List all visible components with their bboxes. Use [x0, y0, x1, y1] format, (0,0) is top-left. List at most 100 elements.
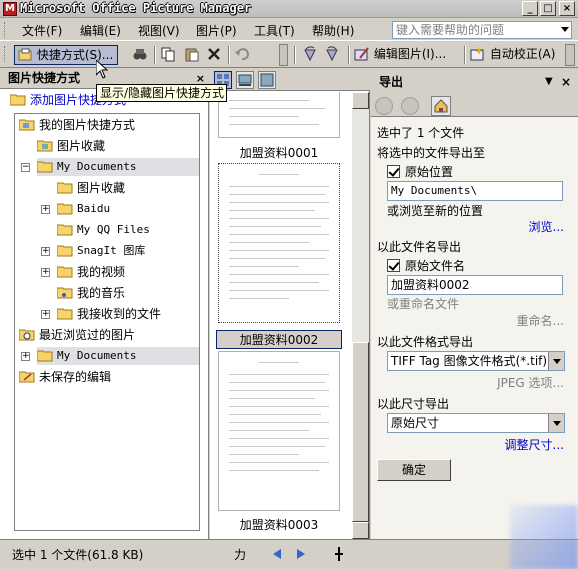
toolbar-overflow-button[interactable] — [565, 44, 575, 66]
toolbar-separator — [348, 46, 350, 64]
scroll-down-icon[interactable] — [352, 522, 369, 539]
export-filename-field[interactable]: 加盟资料0002 — [387, 275, 563, 295]
autocorrect-icon — [470, 46, 484, 60]
original-location-checkbox[interactable] — [387, 165, 400, 178]
delete-icon — [208, 47, 220, 60]
tree-item-my-documents[interactable]: My Documents — [37, 158, 199, 176]
autocorrect-button[interactable]: 自动校正(A) — [470, 45, 555, 65]
toolbar-grip[interactable] — [4, 46, 7, 62]
tree-item-recent-my-documents[interactable]: My Documents — [37, 347, 199, 365]
tree-item-my-shortcuts[interactable]: 我的图片快捷方式 — [19, 116, 135, 134]
original-filename-checkbox[interactable] — [387, 259, 400, 272]
edit-picture-button[interactable]: 编辑图片(I)... — [354, 45, 446, 65]
screen-artifact — [510, 505, 578, 569]
export-location-field[interactable]: My Documents\ — [387, 181, 563, 201]
expand-icon[interactable]: + — [41, 205, 50, 214]
back-icon[interactable] — [375, 97, 393, 115]
tree-item-snagit[interactable]: SnagIt 图库 — [57, 242, 145, 260]
scroll-up-icon[interactable] — [352, 92, 369, 109]
shortcuts-icon — [18, 48, 32, 60]
thumbnail-image[interactable] — [218, 92, 340, 138]
expand-icon[interactable]: + — [41, 310, 50, 319]
forward-icon[interactable] — [401, 97, 419, 115]
toolbar-overflow-button[interactable] — [279, 44, 288, 66]
ok-button[interactable]: 确定 — [377, 459, 451, 481]
close-icon[interactable]: × — [561, 69, 571, 95]
undo-icon — [235, 47, 249, 60]
filmstrip-view-icon — [238, 74, 252, 86]
menu-tools[interactable]: 工具(T) — [254, 22, 295, 39]
menu-picture[interactable]: 图片(P) — [196, 22, 237, 39]
next-picture-icon[interactable] — [296, 548, 306, 560]
thumbnail-label[interactable]: 加盟资料0003 — [216, 516, 342, 533]
folder-icon — [57, 224, 73, 235]
menu-grip[interactable] — [4, 22, 7, 38]
filmstrip-view-button[interactable] — [236, 71, 254, 89]
vertical-scrollbar[interactable] — [352, 92, 369, 539]
chevron-down-icon[interactable] — [561, 27, 569, 32]
folder-icon — [57, 203, 73, 214]
paste-icon — [185, 48, 199, 61]
menu-help[interactable]: 帮助(H) — [312, 22, 354, 39]
tree-item-label: 我的视频 — [77, 265, 126, 279]
rename-link[interactable]: 重命名... — [517, 312, 564, 329]
close-button[interactable]: × — [559, 1, 575, 16]
tree-item-my-pictures[interactable]: 图片收藏 — [37, 137, 105, 155]
resize-link[interactable]: 调整尺寸... — [505, 436, 564, 453]
tooltip: 显示/隐藏图片快捷方式 — [96, 84, 227, 102]
thumbnail-image[interactable] — [218, 351, 340, 511]
delete-button[interactable] — [206, 45, 222, 65]
menu-file[interactable]: 文件(F) — [22, 22, 62, 39]
toolbar-separator — [464, 46, 466, 64]
tree-item-my-videos[interactable]: 我的视频 — [57, 263, 125, 281]
help-search-input[interactable]: 键入需要帮助的问题 — [392, 21, 572, 39]
tree-item-recent-pictures[interactable]: 最近浏览过的图片 — [19, 326, 135, 344]
folder-icon — [57, 266, 73, 278]
browse-new-location-text: 或浏览至新的位置 — [387, 204, 484, 218]
view-switcher — [210, 69, 370, 91]
tree-item-qq-files[interactable]: My QQ Files — [57, 221, 150, 239]
tree-item-unsaved-edits[interactable]: 未保存的编辑 — [19, 368, 111, 386]
tree-item-my-music[interactable]: 我的音乐 — [57, 284, 125, 302]
chevron-down-icon[interactable] — [548, 352, 564, 370]
zoom-glyph[interactable]: 力 — [234, 546, 246, 563]
tree-item-received-files[interactable]: 我接收到的文件 — [57, 305, 161, 323]
tree-item-baidu[interactable]: Baidu — [57, 200, 110, 218]
menu-edit[interactable]: 编辑(E) — [80, 22, 121, 39]
thumbnail-label-selected[interactable]: 加盟资料0002 — [216, 330, 342, 349]
tree-item-label: 未保存的编辑 — [39, 370, 112, 384]
collapse-icon[interactable]: − — [21, 163, 30, 172]
locate-pictures-button[interactable] — [132, 45, 148, 65]
expand-icon[interactable]: + — [41, 268, 50, 277]
menu-view[interactable]: 视图(V) — [138, 22, 180, 39]
browse-link[interactable]: 浏览... — [529, 218, 564, 235]
minimize-button[interactable]: _ — [522, 1, 538, 16]
thumbnail-image-selected[interactable] — [218, 163, 340, 323]
single-picture-view-button[interactable] — [258, 71, 276, 89]
expand-icon[interactable]: + — [41, 247, 50, 256]
file-format-dropdown[interactable]: TIFF Tag 图像文件格式(*.tif) — [387, 351, 565, 371]
tree-item-label: 我的图片快捷方式 — [39, 118, 136, 132]
pane-menu-chevron-icon[interactable]: ▼ — [545, 69, 553, 95]
thumbnail-strip: 加盟资料0001 加盟资料0002 加盟资料0003 — [210, 69, 370, 539]
zoom-slider-icon[interactable] — [334, 546, 344, 562]
paste-button[interactable] — [184, 45, 200, 65]
maximize-button[interactable]: □ — [540, 1, 556, 16]
expand-icon[interactable]: + — [21, 352, 30, 361]
rename-text: 或重命名文件 — [387, 297, 460, 311]
thumbnail-label[interactable]: 加盟资料0001 — [216, 144, 342, 161]
tree-item-pictures[interactable]: 图片收藏 — [57, 179, 125, 197]
scrollbar-thumb[interactable] — [352, 342, 369, 522]
size-heading: 以此尺寸导出 — [377, 397, 450, 411]
previous-picture-icon[interactable] — [272, 548, 282, 560]
rotate-left-button[interactable] — [302, 45, 318, 65]
tree-item-label: My QQ Files — [77, 223, 150, 236]
export-size-dropdown[interactable]: 原始尺寸 — [387, 413, 565, 433]
rotate-right-button[interactable] — [324, 45, 340, 65]
chevron-down-icon[interactable] — [548, 414, 564, 432]
jpeg-options-link[interactable]: JPEG 选项... — [497, 374, 564, 391]
toolbar: 快捷方式(S)... 编辑图片(I)... 自动校正(A) — [0, 42, 578, 68]
copy-button[interactable] — [160, 45, 176, 65]
undo-button[interactable] — [234, 45, 250, 65]
home-icon[interactable] — [431, 96, 451, 116]
